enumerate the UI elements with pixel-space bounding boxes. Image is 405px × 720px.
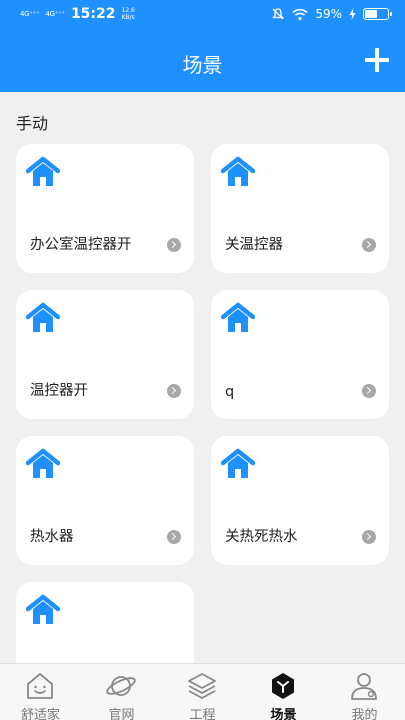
home-icon <box>25 156 61 188</box>
tab-5[interactable]: 我的 <box>324 664 405 720</box>
home-icon <box>25 448 61 480</box>
scene-card[interactable]: 温控器开 <box>16 290 194 419</box>
battery-level <box>365 10 378 18</box>
scene-hexagon-icon <box>267 670 299 702</box>
tab-label: 舒适家 <box>20 708 60 720</box>
scene-label: q <box>225 384 235 400</box>
smile-home-icon <box>24 670 56 702</box>
section-title-manual: 手动 <box>16 114 49 133</box>
scene-card[interactable]: 关热死热水 <box>211 436 389 565</box>
home-icon <box>25 302 61 334</box>
scene-card[interactable]: 关温控器 <box>211 144 389 273</box>
scene-label: 关热死热水 <box>225 529 298 545</box>
bottom-tab-bar: 舒适家 官网 工程 场景 我的 <box>0 663 405 720</box>
network-speed: 12.6 KB/s <box>122 7 135 21</box>
status-bar: 4G⁺⁺⁺ 4G⁺⁺⁺ 15:22 12.6 KB/s 59% <box>0 0 405 30</box>
tab-2[interactable]: 官网 <box>81 664 162 720</box>
battery-percent: 59% <box>315 7 342 21</box>
chevron-right-icon[interactable] <box>362 530 376 544</box>
page-title: 场景 <box>182 53 223 77</box>
scene-label: 温控器开 <box>30 383 88 399</box>
chevron-right-icon[interactable] <box>167 384 181 398</box>
tab-4[interactable]: 场景 <box>243 664 324 720</box>
network-speed-unit: KB/s <box>121 14 135 21</box>
layers-icon <box>186 670 218 702</box>
chevron-right-icon[interactable] <box>362 238 376 252</box>
signal-indicator-1: 4G⁺⁺⁺ <box>20 10 40 18</box>
profile-icon <box>348 670 380 702</box>
clock: 15:22 <box>70 6 116 22</box>
home-icon <box>220 156 256 188</box>
chevron-right-icon[interactable] <box>167 238 181 252</box>
wifi-icon <box>292 8 308 20</box>
chevron-right-icon[interactable] <box>167 530 181 544</box>
tab-label: 场景 <box>270 708 297 720</box>
scene-card[interactable]: 办公室温控器开 <box>16 144 194 273</box>
signal-indicator-2: 4G⁺⁺⁺ <box>45 10 65 18</box>
home-icon <box>220 302 256 334</box>
tab-label: 工程 <box>189 708 216 720</box>
scene-label: 热水器 <box>30 529 74 545</box>
plus-icon[interactable] <box>365 48 389 72</box>
home-icon <box>25 594 61 626</box>
scene-card[interactable]: q <box>211 290 389 419</box>
home-icon <box>220 448 256 480</box>
mute-icon <box>272 8 285 20</box>
charging-icon <box>349 8 356 20</box>
app-header: 场景 <box>0 30 405 92</box>
scene-label: 办公室温控器开 <box>30 237 132 253</box>
chevron-right-icon[interactable] <box>362 384 376 398</box>
tab-label: 官网 <box>108 708 135 720</box>
scene-card[interactable]: 热水器 <box>16 436 194 565</box>
planet-icon <box>105 670 137 702</box>
scene-label: 关温控器 <box>225 237 283 253</box>
tab-3[interactable]: 工程 <box>162 664 243 720</box>
tab-1[interactable]: 舒适家 <box>0 664 81 720</box>
battery-icon <box>363 8 392 20</box>
tab-label: 我的 <box>351 708 378 720</box>
network-speed-value: 12.6 <box>121 7 135 14</box>
